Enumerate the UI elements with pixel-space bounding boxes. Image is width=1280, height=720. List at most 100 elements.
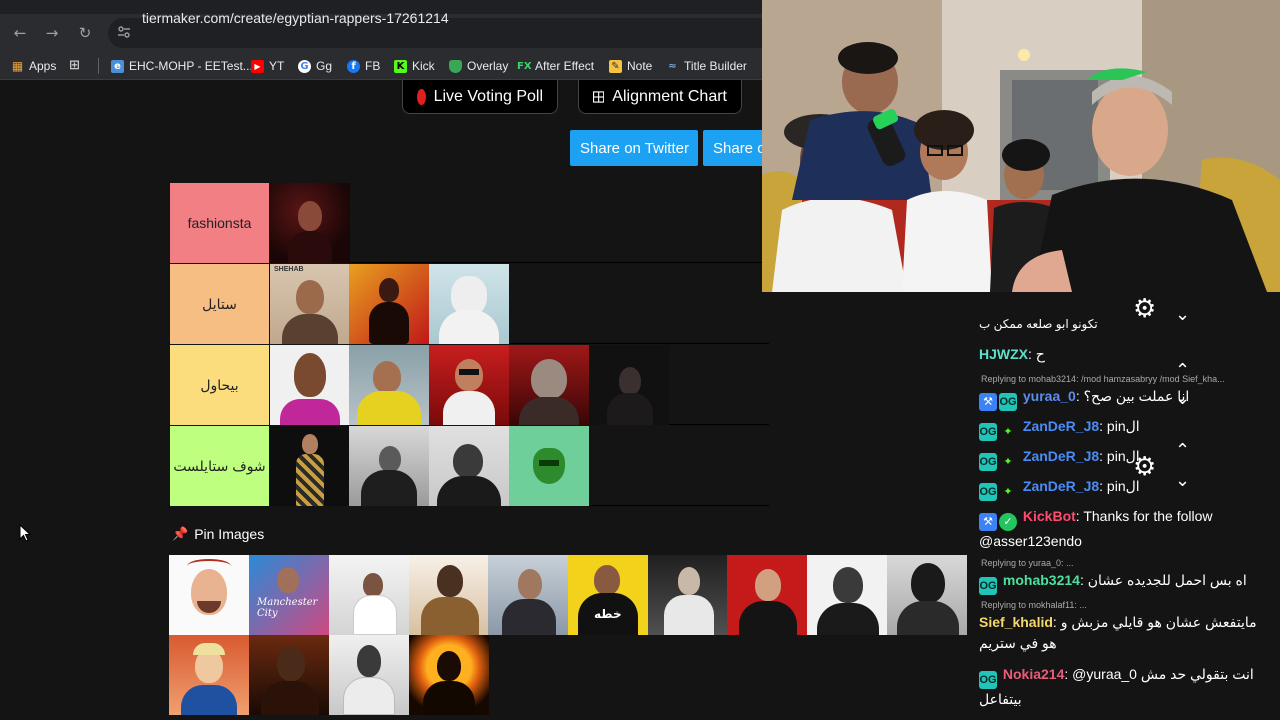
sparkle-badge-icon: ✦ (1003, 486, 1013, 498)
chat-username[interactable]: ZanDeR_J8 (1023, 418, 1099, 434)
tier-row: ستايل SHEHAB (169, 264, 769, 344)
og-badge-icon: OG (979, 453, 997, 471)
chat-message: OG Nokia214: @yuraa_0 انت بتقولي حد مش ب… (979, 666, 1254, 707)
album-text: SHEHAB (274, 266, 304, 273)
pool-image[interactable] (249, 635, 329, 715)
stream-chat: ⚙ ⌄ ⌃ ⌄ ⚙ ⌃ ⌄ تكونو ابو صلعه ممكن ب HJWZ… (975, 292, 1280, 720)
pool-image[interactable] (488, 555, 568, 635)
tier-tile-image[interactable] (270, 183, 350, 263)
live-voting-poll-button[interactable]: Live Voting Poll (402, 80, 558, 114)
tier-tile-image[interactable] (589, 345, 669, 425)
tab-groups-icon: ⊞ (69, 58, 80, 73)
pool-image[interactable] (648, 555, 728, 635)
share-twitter-button[interactable]: Share on Twitter (570, 130, 698, 166)
google-icon: G (298, 59, 311, 73)
tier-tile-image[interactable] (349, 264, 429, 344)
bookmark-apps[interactable]: ▦ Apps (11, 58, 57, 73)
chat-message: ⚒ ✓ KickBot: Thanks for the follow @asser… (979, 508, 1213, 549)
pushpin-icon: 📌 (172, 526, 189, 542)
bookmark-ehc[interactable]: e EHC-MOHP - EETest... (111, 59, 253, 73)
pool-image[interactable]: Manchester City (249, 555, 329, 635)
bookmark-overlay[interactable]: Overlay (449, 59, 508, 73)
chevron-down-icon[interactable]: ⌄ (1175, 304, 1190, 325)
pool-image[interactable] (169, 635, 249, 715)
tier-tile-image[interactable] (429, 345, 509, 425)
bookmark-title-builder[interactable]: ≈ Title Builder (666, 59, 747, 73)
note-icon: ✎ (609, 59, 622, 73)
kick-icon: K (394, 59, 407, 73)
tier-tile-image[interactable] (349, 345, 429, 425)
bookmark-yt[interactable]: ▶ YT (251, 59, 284, 73)
pool-image[interactable]: خطه (568, 555, 648, 635)
tier-tile-image[interactable] (349, 426, 429, 506)
pool-image[interactable] (409, 555, 489, 635)
youtube-icon: ▶ (251, 59, 264, 73)
reload-icon[interactable]: ↻ (76, 24, 94, 42)
tier-label[interactable]: fashionsta (170, 183, 269, 263)
chat-message: HJWZX: ح (979, 346, 1045, 362)
bookmark-note[interactable]: ✎ Note (609, 59, 652, 73)
bookmark-tab-groups[interactable]: ⊞ (68, 59, 81, 72)
tier-tile-image[interactable] (270, 345, 350, 425)
pool-image[interactable] (169, 555, 249, 635)
alignment-chart-button[interactable]: Alignment Chart (578, 80, 742, 114)
pool-image[interactable] (807, 555, 887, 635)
chat-username[interactable]: ZanDeR_J8 (1023, 478, 1099, 494)
forward-icon[interactable]: → (43, 24, 61, 42)
tier-row: fashionsta (169, 183, 769, 263)
og-badge-icon: OG (979, 671, 997, 689)
tier-tile-image[interactable] (429, 426, 509, 506)
pool-image[interactable] (409, 635, 489, 715)
chat-username[interactable]: HJWZX (979, 346, 1028, 362)
tier-label[interactable]: بيحاول (170, 345, 269, 425)
tier-tile-image[interactable] (270, 426, 350, 506)
wave-icon: ≈ (668, 60, 677, 72)
pool-image[interactable] (727, 555, 807, 635)
shield-icon (449, 59, 462, 73)
pool-image[interactable] (887, 555, 967, 635)
pool-image[interactable] (329, 635, 409, 715)
bookmarks-divider (98, 58, 99, 74)
site-info-icon[interactable] (117, 25, 131, 39)
chat-username[interactable]: ZanDeR_J8 (1023, 448, 1099, 464)
chat-username[interactable]: Nokia214 (1003, 666, 1064, 682)
chevron-down-icon[interactable]: ⌄ (1175, 470, 1190, 491)
bookmark-gg[interactable]: G Gg (298, 59, 332, 73)
gear-icon[interactable]: ⚙ (1133, 294, 1156, 324)
reply-context: Replying to mokhalaf11: ... (981, 600, 1087, 610)
og-badge-icon: OG (979, 483, 997, 501)
tier-tile-image[interactable] (509, 345, 589, 425)
og-badge-icon: OG (999, 393, 1017, 411)
tier-label[interactable]: شوف ستايلست (170, 426, 269, 506)
chat-username[interactable]: KickBot (1023, 508, 1076, 524)
bookmark-after-effect[interactable]: FX After Effect (517, 59, 594, 73)
tier-row: شوف ستايلست (169, 426, 769, 506)
pool-image[interactable] (329, 555, 409, 635)
chat-username[interactable]: mohab3214 (1003, 572, 1080, 588)
bookmark-fb[interactable]: f FB (347, 59, 380, 73)
url-text[interactable]: tiermaker.com/create/egyptian-rappers-17… (142, 10, 449, 26)
pin-images-toggle[interactable]: 📌 Pin Images (172, 526, 264, 542)
chat-username[interactable]: Sief_khalid (979, 614, 1053, 630)
tier-tile-image[interactable]: SHEHAB (270, 264, 350, 344)
reply-context: Replying to yuraa_0: ... (981, 558, 1074, 568)
chat-message: تكونو ابو صلعه ممكن ب (979, 317, 1098, 331)
tier-tile-image[interactable] (429, 264, 509, 344)
grid-icon (593, 90, 605, 103)
chevron-up-icon[interactable]: ⌃ (1175, 440, 1190, 461)
share-other-button[interactable]: Share o (703, 130, 762, 166)
moderator-badge-icon: ⚒ (979, 513, 997, 531)
chat-message: Sief_khalid: مايتفعش عشان هو قايلي مزبش … (979, 614, 1257, 651)
chat-username[interactable]: yuraa_0 (1023, 388, 1076, 404)
tier-tile-image[interactable] (509, 426, 589, 506)
webcam-overlay (762, 0, 1280, 292)
chat-message: OG ✦ ZanDeR_J8: pinال (979, 416, 1140, 441)
chat-message: OG ✦ ZanDeR_J8: pinال (979, 446, 1140, 471)
sparkle-badge-icon: ✦ (1003, 456, 1013, 468)
back-icon[interactable]: ← (11, 24, 29, 42)
tier-label[interactable]: ستايل (170, 264, 269, 344)
bookmark-kick[interactable]: K Kick (394, 59, 435, 73)
grid-icon: ▦ (11, 58, 24, 73)
shirt-print: خطه (594, 607, 622, 621)
og-badge-icon: OG (979, 577, 997, 595)
